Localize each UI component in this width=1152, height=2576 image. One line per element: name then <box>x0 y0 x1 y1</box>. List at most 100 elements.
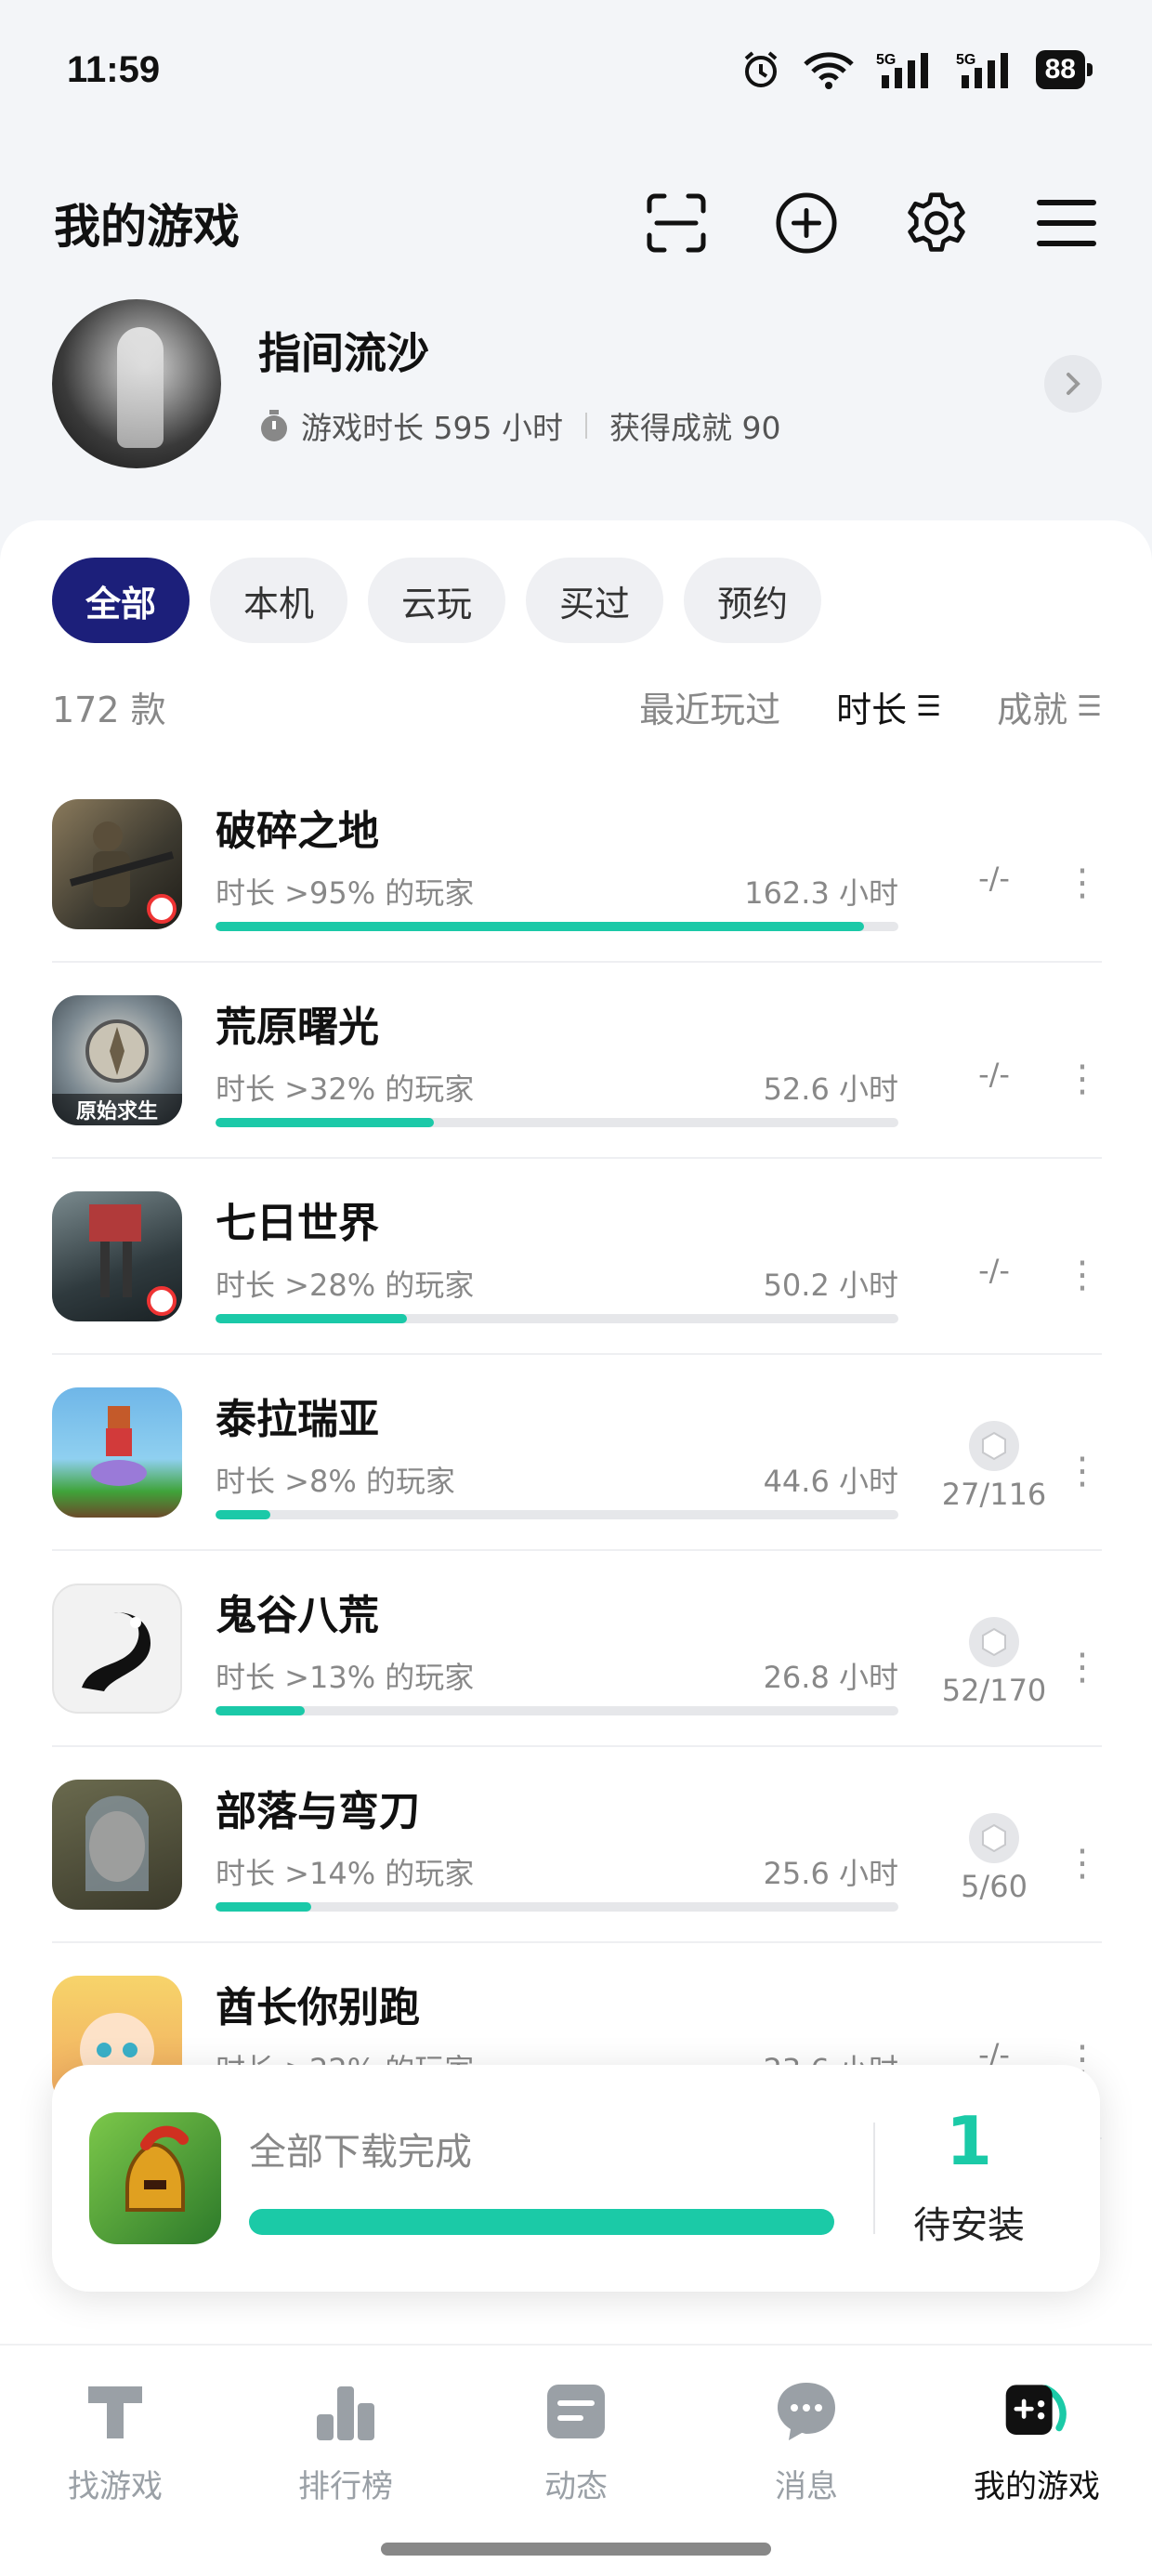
game-meta: 时长 >95% 的玩家 162.3 小时 <box>216 870 898 913</box>
signal-icon: 5G <box>876 52 928 88</box>
filter-cloud[interactable]: 云玩 <box>368 558 506 643</box>
game-row[interactable]: 部落与弯刀 时长 >14% 的玩家 25.6 小时 5/60 ⋮ <box>52 1747 1102 1943</box>
playtime-rank: 时长 >32% 的玩家 <box>216 1071 475 1107</box>
pixel-hero-icon <box>91 1405 147 1486</box>
home-indicator[interactable] <box>381 2543 771 2556</box>
nav-find-games[interactable]: 找游戏 <box>22 2377 208 2576</box>
dragon-art-icon <box>82 1611 151 1691</box>
game-row[interactable]: 鬼谷八荒 时长 >13% 的玩家 26.8 小时 52/170 ⋮ <box>52 1551 1102 1747</box>
nav-my-games[interactable]: 我的游戏 <box>944 2377 1130 2576</box>
alarm-icon <box>744 51 777 87</box>
wifi-icon <box>803 52 854 89</box>
menu-button[interactable] <box>1035 191 1098 255</box>
playtime-hours: 44.6 小时 <box>763 1463 898 1499</box>
playtime-bar-fill <box>216 1901 311 1912</box>
game-name: 破碎之地 <box>216 807 379 855</box>
pending-install-label: 待安装 <box>913 2204 1025 2247</box>
playtime-hours: 162.3 小时 <box>744 874 898 911</box>
more-options-button[interactable]: ⋮ <box>1064 1805 1101 1885</box>
more-options-button[interactable]: ⋮ <box>1064 1216 1101 1296</box>
game-icon[interactable] <box>52 1583 182 1714</box>
network-label: 5G <box>956 52 975 68</box>
game-row[interactable]: 破碎之地 时长 >95% 的玩家 162.3 小时 -/- ⋮ <box>52 767 1102 963</box>
download-body: 全部下载完成 <box>249 2122 834 2235</box>
playtime-bar <box>216 921 898 931</box>
trophy-icon <box>969 1420 1019 1471</box>
feed-icon <box>542 2377 610 2446</box>
game-icon[interactable] <box>52 1190 182 1321</box>
playtime-hours: 25.6 小时 <box>763 1855 898 1891</box>
nav-label: 我的游戏 <box>974 2468 1100 2505</box>
more-options-button[interactable]: ⋮ <box>1064 1609 1101 1689</box>
download-banner[interactable]: 全部下载完成 1 待安装 <box>52 2065 1100 2292</box>
add-game-button[interactable] <box>775 191 838 255</box>
playtime-bar <box>216 1313 898 1323</box>
find-games-icon <box>81 2377 150 2446</box>
filter-local[interactable]: 本机 <box>210 558 348 643</box>
download-progress-bar <box>249 2209 834 2235</box>
pending-install-button[interactable]: 1 待安装 <box>875 2108 1063 2249</box>
game-meta: 时长 >28% 的玩家 50.2 小时 <box>216 1262 898 1305</box>
plus-circle-icon <box>776 192 837 254</box>
game-row[interactable]: 泰拉瑞亚 时长 >8% 的玩家 44.6 小时 27/116 ⋮ <box>52 1355 1102 1551</box>
playtime-rank: 时长 >8% 的玩家 <box>216 1463 455 1499</box>
game-icon[interactable] <box>52 1387 182 1518</box>
scan-icon <box>647 193 706 253</box>
avatar[interactable] <box>52 298 221 468</box>
signal-icon: 5G <box>956 52 1008 88</box>
playtime-rank: 时长 >95% 的玩家 <box>216 874 475 911</box>
profile-arrow-button[interactable] <box>1044 354 1102 413</box>
sort-icon: ☰ <box>916 690 942 723</box>
rankings-icon <box>311 2377 380 2446</box>
more-options-button[interactable]: ⋮ <box>1064 1413 1101 1492</box>
game-name: 泰拉瑞亚 <box>216 1395 379 1443</box>
game-body: 破碎之地 时长 >95% 的玩家 162.3 小时 <box>216 797 898 931</box>
trophy-icon <box>969 1812 1019 1863</box>
scan-button[interactable] <box>645 191 708 255</box>
sort-achievement[interactable]: 成就 ☰ <box>997 681 1102 732</box>
profile-name: 指间流沙 <box>258 327 429 378</box>
game-icon[interactable] <box>52 1779 182 1910</box>
sort-recent[interactable]: 最近玩过 <box>639 681 780 732</box>
nav-label: 动态 <box>544 2468 608 2505</box>
warrior-art-icon <box>85 1795 149 1891</box>
sort-playtime[interactable]: 时长 ☰ <box>836 681 941 732</box>
more-options-button[interactable]: ⋮ <box>1064 824 1101 904</box>
playtime-bar-fill <box>216 1705 305 1715</box>
page-title: 我的游戏 <box>54 200 240 254</box>
achievement-cell: 52/170 <box>924 1589 1064 1708</box>
playtime-bar <box>216 1705 898 1715</box>
game-name: 七日世界 <box>216 1199 379 1247</box>
game-row[interactable]: 原始求生 荒原曙光 时长 >32% 的玩家 52.6 小时 -/- ⋮ <box>52 963 1102 1159</box>
more-options-button[interactable]: ⋮ <box>1064 1020 1101 1100</box>
playtime-hours: 26.8 小时 <box>763 1659 898 1695</box>
stopwatch-icon <box>261 409 287 441</box>
sort-achievement-label: 成就 <box>997 689 1068 730</box>
playtime-bar-fill <box>216 921 865 931</box>
download-game-icon[interactable] <box>89 2112 221 2244</box>
download-status: 全部下载完成 <box>249 2131 472 2174</box>
chat-bubble-icon <box>772 2377 841 2446</box>
spartan-helmet-icon <box>125 2125 189 2212</box>
game-body: 荒原曙光 时长 >32% 的玩家 52.6 小时 <box>216 993 898 1127</box>
filter-purchased[interactable]: 买过 <box>526 558 664 643</box>
achievement-cell: -/- <box>924 1029 1064 1092</box>
achievement-count: -/- <box>978 860 1010 896</box>
filter-all[interactable]: 全部 <box>52 558 190 643</box>
pending-install-count: 1 <box>945 2102 993 2180</box>
achievement-count: 52/170 <box>941 1672 1047 1708</box>
game-meta: 时长 >32% 的玩家 52.6 小时 <box>216 1066 898 1109</box>
game-row[interactable]: 七日世界 时长 >28% 的玩家 50.2 小时 -/- ⋮ <box>52 1159 1102 1355</box>
nav-label: 找游戏 <box>68 2468 163 2505</box>
settings-button[interactable] <box>905 191 968 255</box>
game-name: 鬼谷八荒 <box>216 1591 379 1639</box>
game-icon[interactable]: 原始求生 <box>52 994 182 1125</box>
playtime-bar-fill <box>216 1313 407 1323</box>
filter-reserved[interactable]: 预约 <box>684 558 822 643</box>
publisher-badge-icon <box>147 1285 177 1316</box>
profile-card[interactable]: 指间流沙 游戏时长 595 小时 获得成就 90 <box>52 297 1102 469</box>
profile-stats: 游戏时长 595 小时 获得成就 90 <box>258 403 1044 448</box>
game-name: 酋长你别跑 <box>216 1983 420 2031</box>
game-icon[interactable] <box>52 798 182 929</box>
stats-divider <box>584 412 587 439</box>
